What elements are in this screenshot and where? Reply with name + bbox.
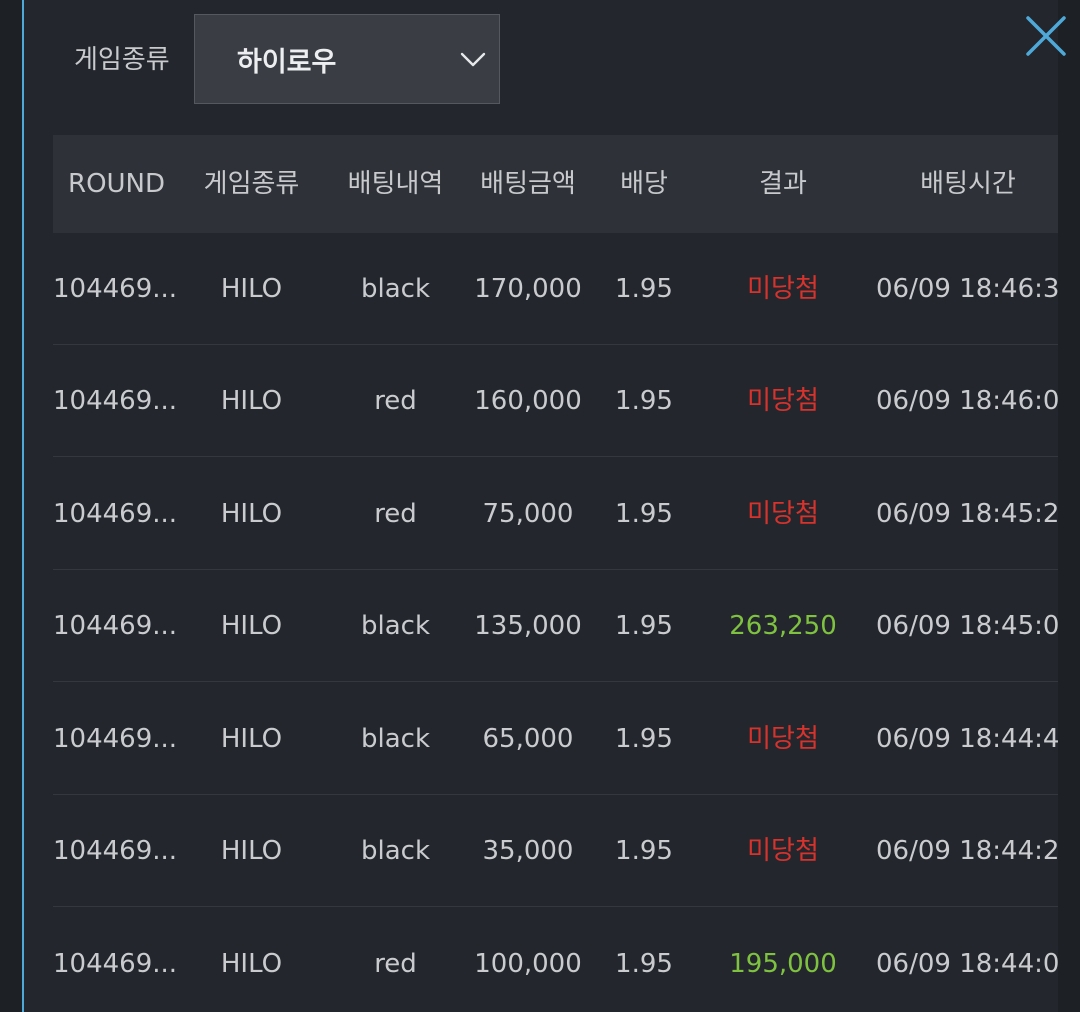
cell-odds: 1.95 [615, 724, 673, 754]
header-round: ROUND [68, 169, 166, 199]
table-row: 104469... HILO black 135,000 1.95 263,25… [53, 570, 1058, 682]
table-row: 104469... HILO red 100,000 1.95 195,000 … [53, 908, 1058, 1012]
left-accent-line [22, 0, 24, 1012]
cell-game: HILO [220, 724, 283, 754]
cell-time: 06/09 18:45:04 [876, 611, 1058, 641]
cell-round: 104469... [53, 724, 178, 754]
left-edge [0, 0, 22, 1012]
cell-round: 104469... [53, 949, 178, 979]
bet-history-modal: 게임종류 하이로우 ROUND 게임종류 배팅내역 배팅금액 배당 결과 배팅시… [0, 0, 1080, 1012]
cell-amount: 160,000 [474, 386, 582, 416]
chevron-down-icon [460, 52, 486, 67]
cell-game: HILO [220, 611, 283, 641]
cell-bet: red [374, 499, 417, 529]
cell-odds: 1.95 [615, 949, 673, 979]
header-bet: 배팅내역 [347, 169, 444, 199]
header-game: 게임종류 [203, 169, 300, 199]
cell-bet: red [374, 386, 417, 416]
bet-history-table: ROUND 게임종류 배팅내역 배팅금액 배당 결과 배팅시간 104469..… [53, 135, 1058, 1012]
header-time: 배팅시간 [920, 169, 1016, 199]
game-type-select-value: 하이로우 [237, 47, 337, 78]
cell-amount: 100,000 [474, 949, 582, 979]
cell-game: HILO [220, 386, 283, 416]
cell-time: 06/09 18:45:24 [876, 499, 1058, 529]
cell-round: 104469... [53, 836, 178, 866]
cell-odds: 1.95 [615, 274, 673, 304]
cell-bet: black [360, 836, 430, 866]
header-odds: 배당 [620, 169, 668, 199]
cell-amount: 75,000 [482, 499, 574, 529]
cell-time: 06/09 18:46:30 [876, 274, 1058, 304]
cell-game: HILO [220, 949, 283, 979]
header-amount: 배팅금액 [480, 169, 576, 199]
cell-round: 104469... [53, 611, 178, 641]
close-icon[interactable] [1022, 14, 1068, 60]
cell-game: HILO [220, 836, 283, 866]
cell-result: 미당첨 [747, 724, 819, 754]
cell-time: 06/09 18:44:04 [876, 949, 1058, 979]
table-row: 104469... HILO black 35,000 1.95 미당첨 06/… [53, 795, 1058, 907]
cell-round: 104469... [53, 274, 178, 304]
cell-bet: black [360, 611, 430, 641]
cell-result: 미당첨 [747, 274, 819, 304]
cell-time: 06/09 18:44:22 [876, 836, 1058, 866]
cell-bet: red [374, 949, 417, 979]
table-row: 104469... HILO red 160,000 1.95 미당첨 06/0… [53, 345, 1058, 457]
table-row: 104469... HILO red 75,000 1.95 미당첨 06/09… [53, 458, 1058, 570]
cell-time: 06/09 18:44:41 [876, 724, 1058, 754]
cell-odds: 1.95 [615, 611, 673, 641]
cell-bet: black [360, 724, 430, 754]
cell-odds: 1.95 [615, 836, 673, 866]
cell-amount: 65,000 [482, 724, 574, 754]
cell-result: 195,000 [729, 949, 837, 979]
cell-time: 06/09 18:46:04 [876, 386, 1058, 416]
table-row: 104469... HILO black 65,000 1.95 미당첨 06/… [53, 683, 1058, 795]
table-header: ROUND 게임종류 배팅내역 배팅금액 배당 결과 배팅시간 [53, 135, 1058, 233]
cell-result: 미당첨 [747, 499, 819, 529]
cell-round: 104469... [53, 386, 178, 416]
cell-game: HILO [220, 499, 283, 529]
cell-round: 104469... [53, 499, 178, 529]
cell-odds: 1.95 [615, 499, 673, 529]
cell-result: 263,250 [729, 611, 837, 641]
game-type-select[interactable]: 하이로우 [194, 14, 500, 104]
cell-result: 미당첨 [747, 386, 819, 416]
cell-game: HILO [220, 274, 283, 304]
cell-result: 미당첨 [747, 836, 819, 866]
header-result: 결과 [759, 169, 807, 199]
cell-amount: 135,000 [474, 611, 582, 641]
game-type-label: 게임종류 [74, 45, 170, 75]
cell-bet: black [360, 274, 430, 304]
cell-amount: 170,000 [474, 274, 582, 304]
cell-amount: 35,000 [482, 836, 574, 866]
table-row: 104469... HILO black 170,000 1.95 미당첨 06… [53, 233, 1058, 345]
cell-odds: 1.95 [615, 386, 673, 416]
right-edge [1058, 0, 1080, 1012]
